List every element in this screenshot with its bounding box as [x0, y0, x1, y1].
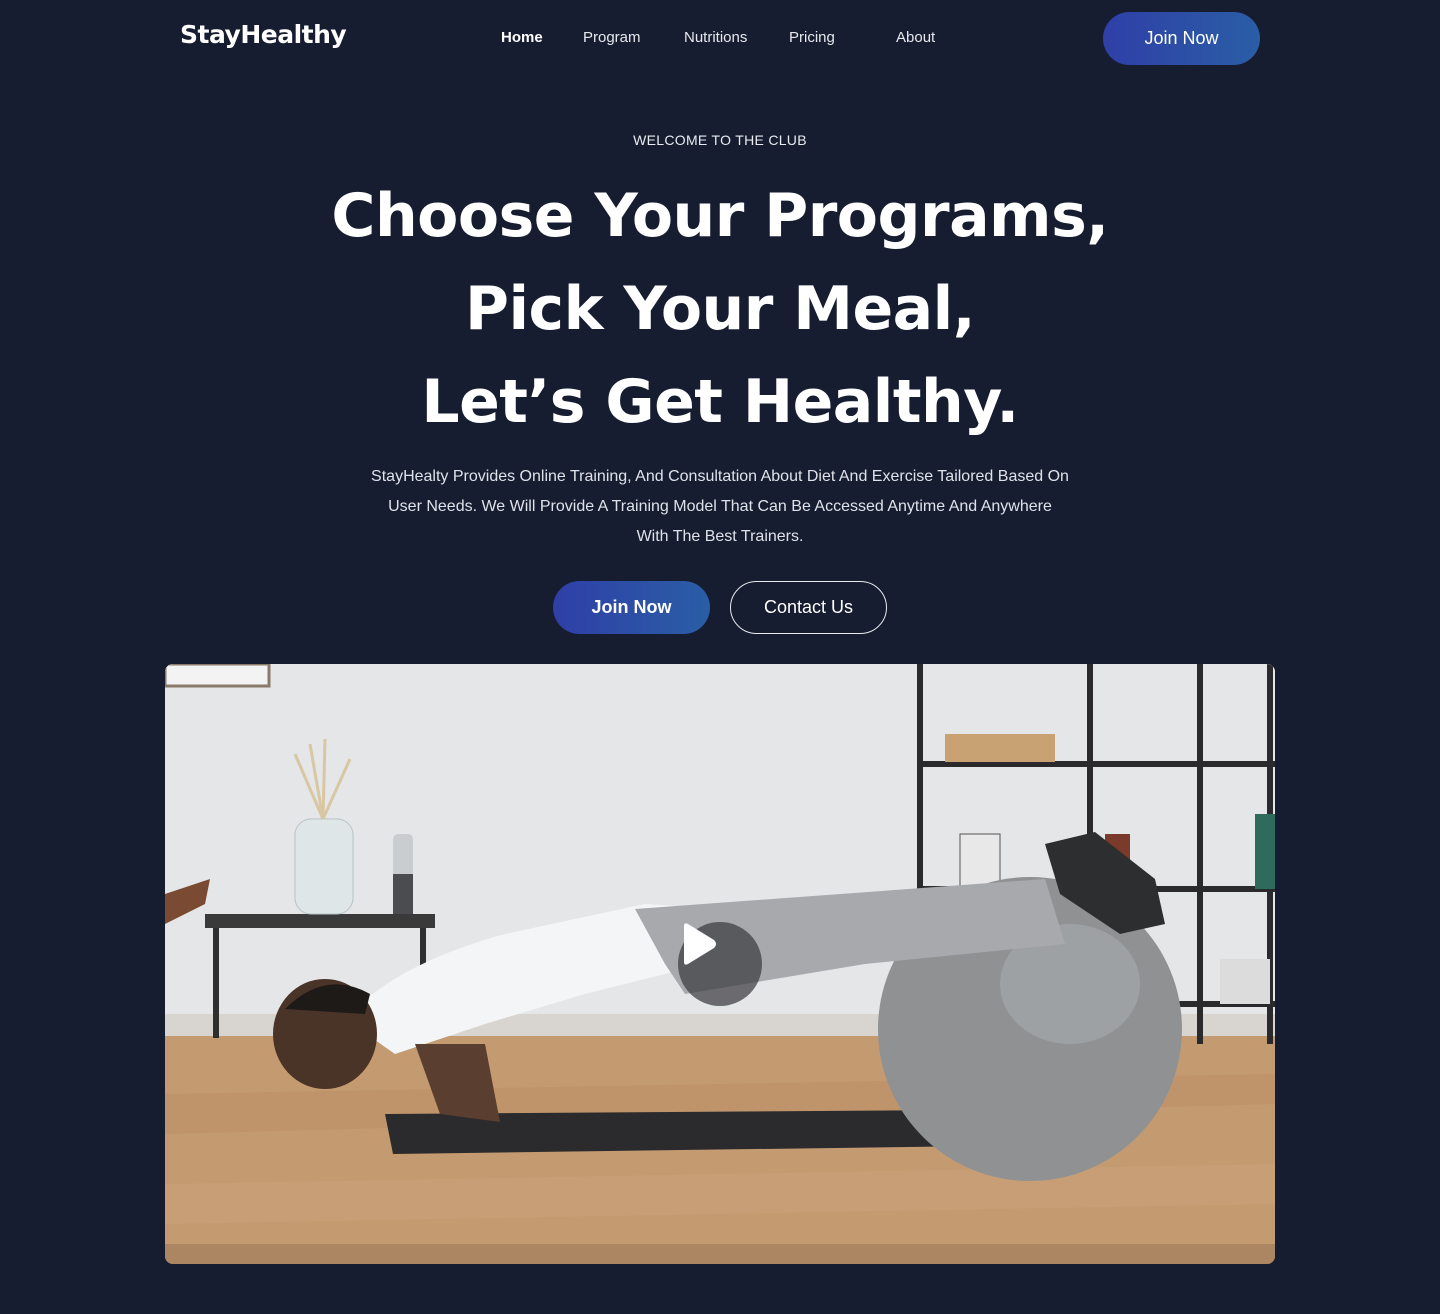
headline-line-3: Let’s Get Healthy.: [421, 367, 1019, 437]
hero-join-button[interactable]: Join Now: [553, 581, 710, 634]
play-button[interactable]: [678, 922, 762, 1006]
hero-description: StayHealty Provides Online Training, And…: [371, 468, 1069, 545]
top-navigation: StayHealthy Home Program Nutritions Pric…: [0, 0, 1440, 76]
headline-line-2: Pick Your Meal,: [465, 274, 976, 344]
hero-eyebrow: WELCOME TO THE CLUB: [633, 132, 807, 148]
nav-item-about[interactable]: About: [896, 29, 935, 46]
workout-video[interactable]: [165, 664, 1275, 1264]
hero-headline: Choose Your Programs, Pick Your Meal, Le…: [0, 170, 1440, 449]
play-icon: [684, 923, 716, 965]
headline-line-1: Choose Your Programs,: [331, 181, 1109, 251]
nav-item-home[interactable]: Home: [501, 29, 543, 46]
nav-join-button[interactable]: Join Now: [1103, 12, 1260, 65]
nav-item-pricing[interactable]: Pricing: [789, 29, 835, 46]
nav-item-program[interactable]: Program: [583, 29, 641, 46]
nav-item-nutritions[interactable]: Nutritions: [684, 29, 747, 46]
contact-us-button[interactable]: Contact Us: [730, 581, 887, 634]
logo[interactable]: StayHealthy: [180, 20, 347, 49]
